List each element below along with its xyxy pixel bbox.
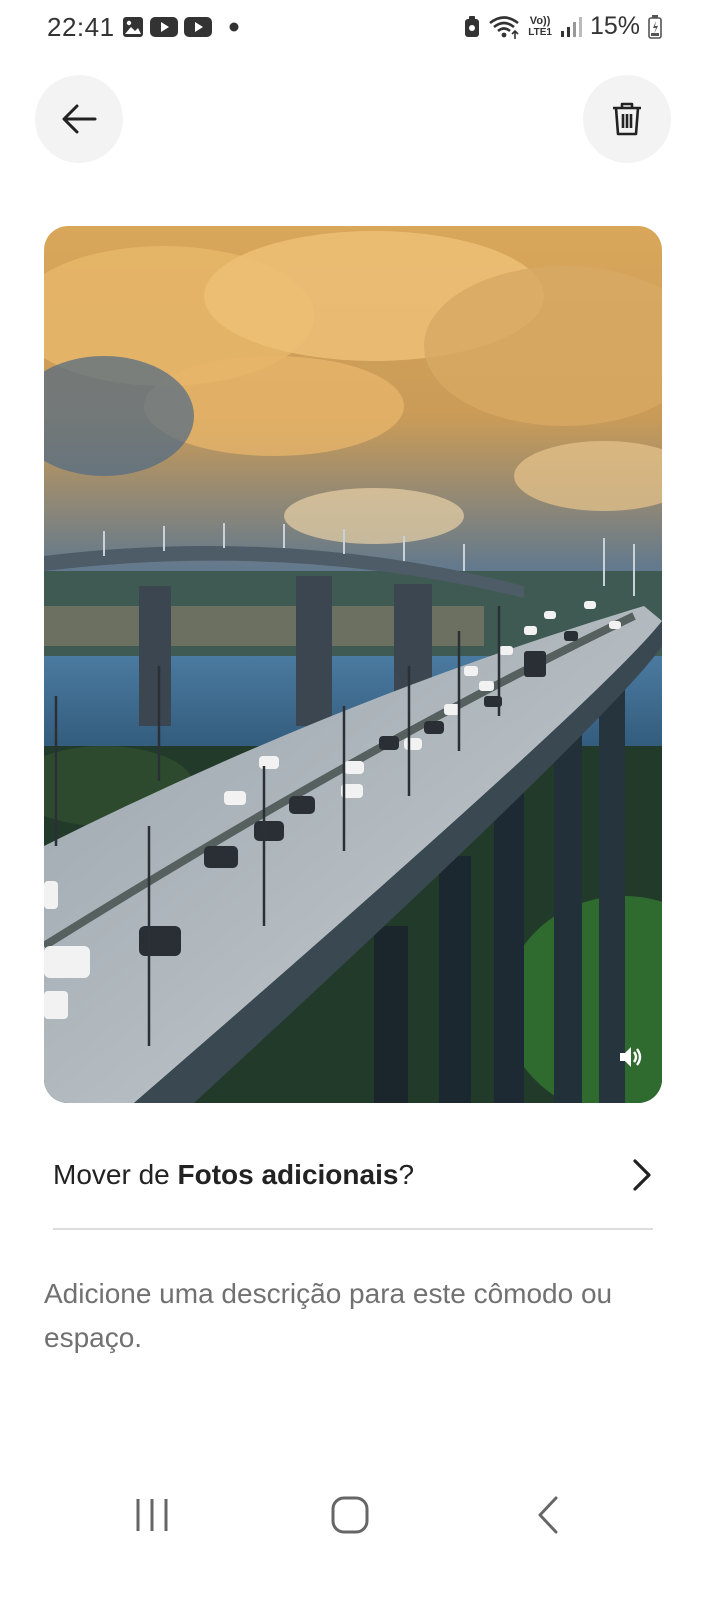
move-suffix: ? <box>398 1159 415 1190</box>
status-system-icons: Vo)) LTE1 15% <box>464 12 662 41</box>
signal-icon <box>560 16 582 37</box>
chevron-right-icon <box>633 1159 651 1191</box>
home-icon <box>331 1496 369 1534</box>
navigation-bar <box>0 1470 720 1560</box>
album-name: Fotos adicionais <box>177 1159 399 1190</box>
recents-icon <box>136 1499 168 1531</box>
youtube-icon <box>184 17 212 37</box>
battery-percent: 15% <box>589 12 640 40</box>
move-to-album-text: Mover de Fotos adicionais? <box>53 1159 414 1191</box>
divider <box>53 1228 653 1230</box>
volte-label: Vo)) <box>529 14 551 27</box>
move-to-album-row[interactable]: Mover de Fotos adicionais? <box>53 1140 653 1210</box>
speaker-icon[interactable] <box>618 1045 644 1069</box>
dot-icon <box>229 22 239 32</box>
recents-button[interactable] <box>120 1490 184 1540</box>
system-back-button[interactable] <box>524 1490 572 1540</box>
delete-button[interactable] <box>583 75 671 163</box>
volte-icon: Vo)) LTE1 <box>528 14 552 38</box>
status-time: 22:41 <box>47 12 115 42</box>
arrow-left-icon <box>62 104 97 134</box>
lock-icon <box>465 15 480 37</box>
bridge-photo-image <box>44 226 662 1103</box>
back-button[interactable] <box>35 75 123 163</box>
room-photo[interactable] <box>44 226 662 1103</box>
home-button[interactable] <box>324 1490 376 1540</box>
youtube-icon <box>150 17 178 37</box>
wifi-icon <box>489 15 520 39</box>
status-notification-icons <box>122 16 242 38</box>
move-prefix: Mover de <box>53 1159 178 1190</box>
network-label: LTE1 <box>528 26 552 38</box>
back-icon <box>538 1496 558 1534</box>
battery-icon <box>648 14 662 39</box>
description-placeholder[interactable]: Adicione uma descrição para este cômodo … <box>44 1272 664 1360</box>
trash-icon <box>613 102 641 136</box>
status-bar: 22:41 Vo)) LTE1 15% <box>0 0 720 60</box>
gallery-icon <box>123 17 143 37</box>
